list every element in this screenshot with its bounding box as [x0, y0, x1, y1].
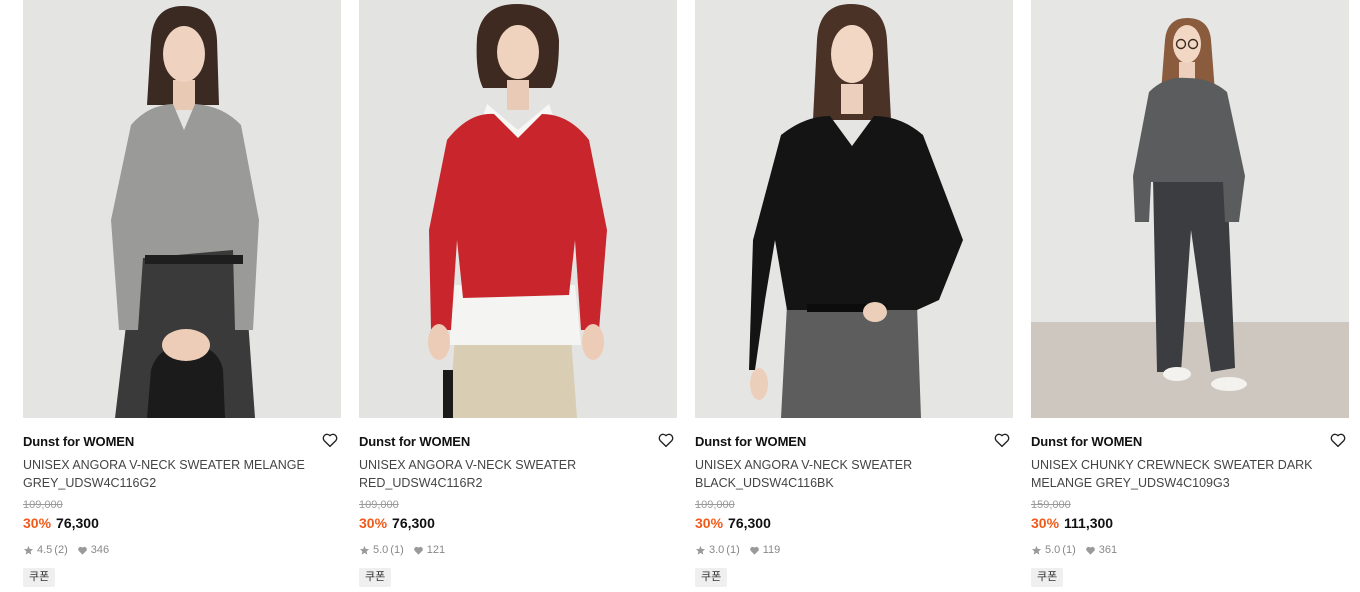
review-count: (1) [390, 544, 404, 556]
discount-rate: 30% [359, 515, 388, 531]
brand-name[interactable]: Dunst for WOMEN [359, 434, 470, 449]
coupon-badge: 쿠폰 [23, 568, 56, 587]
wishlist-heart-icon[interactable] [1329, 431, 1347, 449]
heart-filled-icon [413, 545, 424, 556]
coupon-badge: 쿠폰 [1031, 568, 1064, 587]
sale-price: 76,300 [56, 515, 99, 531]
product-image[interactable] [23, 0, 341, 418]
review-count: (1) [1062, 544, 1076, 556]
brand-name[interactable]: Dunst for WOMEN [695, 434, 806, 449]
product-image[interactable] [359, 0, 677, 418]
star-icon [359, 545, 370, 556]
like-count: 121 [426, 544, 446, 556]
product-card[interactable]: Dunst for WOMEN UNISEX CHUNKY CREWNECK S… [1031, 0, 1349, 592]
product-meta: 5.0 (1) 121 [359, 544, 445, 556]
brand-name[interactable]: Dunst for WOMEN [23, 434, 134, 449]
review-count: (2) [54, 544, 68, 556]
model-photo-red-sweater [359, 0, 677, 418]
product-name[interactable]: UNISEX ANGORA V-NECK SWEATER BLACK_UDSW4… [695, 456, 995, 492]
original-price: 109,000 [359, 499, 399, 511]
model-photo-grey-sweater [23, 0, 341, 418]
price-line: 30% 76,300 [23, 515, 99, 531]
product-grid: Dunst for WOMEN UNISEX ANGORA V-NECK SWE… [0, 0, 1360, 592]
product-card[interactable]: Dunst for WOMEN UNISEX ANGORA V-NECK SWE… [23, 0, 341, 592]
like-count: 346 [90, 544, 110, 556]
product-meta: 3.0 (1) 119 [695, 544, 780, 556]
coupon-badge: 쿠폰 [359, 568, 392, 587]
review-count: (1) [726, 544, 740, 556]
wishlist-heart-icon[interactable] [321, 431, 339, 449]
rating-value: 4.5 [37, 544, 53, 556]
product-card[interactable]: Dunst for WOMEN UNISEX ANGORA V-NECK SWE… [359, 0, 677, 592]
product-image[interactable] [695, 0, 1013, 418]
product-meta: 4.5 (2) 346 [23, 544, 109, 556]
brand-name[interactable]: Dunst for WOMEN [1031, 434, 1142, 449]
price-line: 30% 76,300 [359, 515, 435, 531]
coupon-badge: 쿠폰 [695, 568, 728, 587]
original-price: 109,000 [695, 499, 735, 511]
discount-rate: 30% [1031, 515, 1060, 531]
rating-value: 3.0 [709, 544, 725, 556]
model-photo-dark-grey-sweater [1031, 0, 1349, 418]
star-icon [1031, 545, 1042, 556]
like-count: 119 [762, 544, 781, 556]
product-image[interactable] [1031, 0, 1349, 418]
model-photo-black-sweater [695, 0, 1013, 418]
product-name[interactable]: UNISEX ANGORA V-NECK SWEATER RED_UDSW4C1… [359, 456, 659, 492]
price-line: 30% 111,300 [1031, 515, 1113, 531]
sale-price: 76,300 [728, 515, 771, 531]
like-count: 361 [1098, 544, 1118, 556]
product-name[interactable]: UNISEX ANGORA V-NECK SWEATER MELANGE GRE… [23, 456, 323, 492]
price-line: 30% 76,300 [695, 515, 771, 531]
star-icon [23, 545, 34, 556]
discount-rate: 30% [695, 515, 724, 531]
wishlist-heart-icon[interactable] [657, 431, 675, 449]
original-price: 109,000 [23, 499, 63, 511]
discount-rate: 30% [23, 515, 52, 531]
rating-value: 5.0 [1045, 544, 1061, 556]
heart-filled-icon [749, 545, 760, 556]
star-icon [695, 545, 706, 556]
product-name[interactable]: UNISEX CHUNKY CREWNECK SWEATER DARK MELA… [1031, 456, 1331, 492]
rating-value: 5.0 [373, 544, 389, 556]
product-meta: 5.0 (1) 361 [1031, 544, 1117, 556]
wishlist-heart-icon[interactable] [993, 431, 1011, 449]
original-price: 159,000 [1031, 499, 1071, 511]
product-card[interactable]: Dunst for WOMEN UNISEX ANGORA V-NECK SWE… [695, 0, 1013, 592]
sale-price: 111,300 [1064, 515, 1114, 531]
heart-filled-icon [77, 545, 88, 556]
heart-filled-icon [1085, 545, 1096, 556]
sale-price: 76,300 [392, 515, 435, 531]
